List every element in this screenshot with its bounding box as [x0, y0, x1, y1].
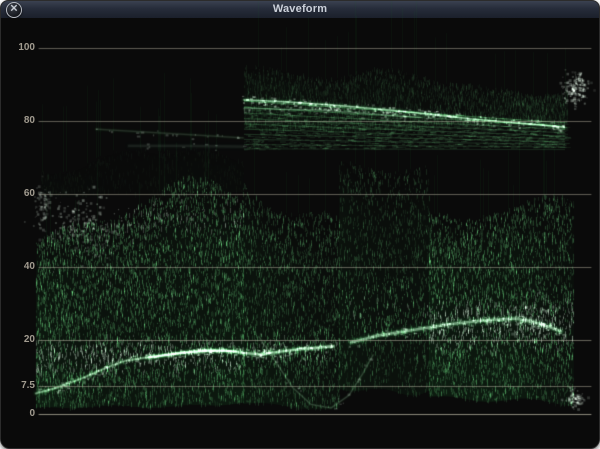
- y-axis-labels: 100 80 60 40 20 7.5 0: [1, 18, 35, 449]
- y-axis-label: 100: [1, 42, 35, 54]
- waveform-window: ✕ Waveform 100 80 60 40 20 7.5 0: [0, 0, 600, 449]
- y-axis-label: 20: [1, 334, 35, 346]
- y-axis-label: 80: [1, 115, 35, 127]
- y-axis-label: 60: [1, 188, 35, 200]
- y-axis-label: 40: [1, 261, 35, 273]
- scope-canvas: [1, 1, 600, 449]
- y-axis-label: 7.5: [1, 380, 35, 392]
- y-axis-label: 0: [1, 408, 35, 420]
